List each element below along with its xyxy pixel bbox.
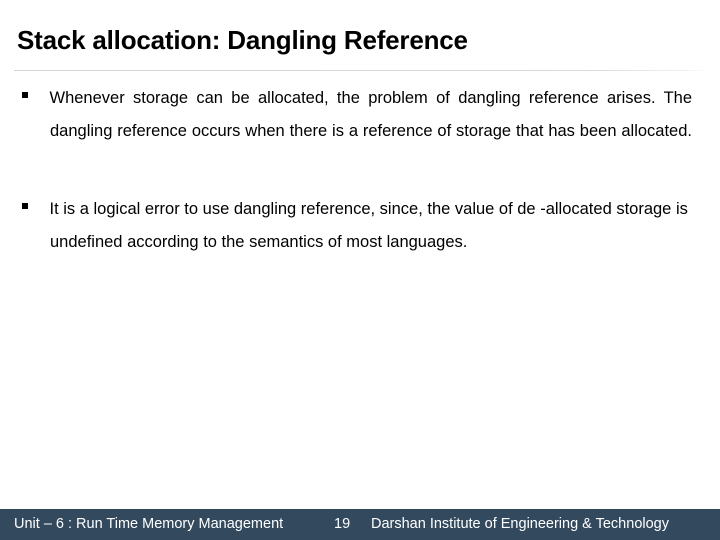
list-item: It is a logical error to use dangling re… <box>0 193 720 259</box>
footer-organization: Darshan Institute of Engineering & Techn… <box>371 516 669 532</box>
square-bullet-icon <box>22 92 28 98</box>
presentation-slide: Stack allocation: Dangling Reference Whe… <box>0 0 720 540</box>
slide-footer: Unit – 6 : Run Time Memory Management 19… <box>0 509 720 540</box>
page-title: Stack allocation: Dangling Reference <box>17 25 468 55</box>
list-item-text: Whenever storage can be allocated, the p… <box>49 89 693 140</box>
title-divider <box>14 70 710 71</box>
slide-body: Whenever storage can be allocated, the p… <box>0 82 720 271</box>
footer-page-number: 19 <box>334 516 351 532</box>
list-item-text: It is a logical error to use dangling re… <box>49 200 688 251</box>
list-item: Whenever storage can be allocated, the p… <box>0 82 720 181</box>
footer-content: Unit – 6 : Run Time Memory Management 19… <box>0 509 720 540</box>
square-bullet-icon <box>22 203 28 209</box>
footer-unit-label: Unit – 6 : Run Time Memory Management <box>14 516 284 532</box>
